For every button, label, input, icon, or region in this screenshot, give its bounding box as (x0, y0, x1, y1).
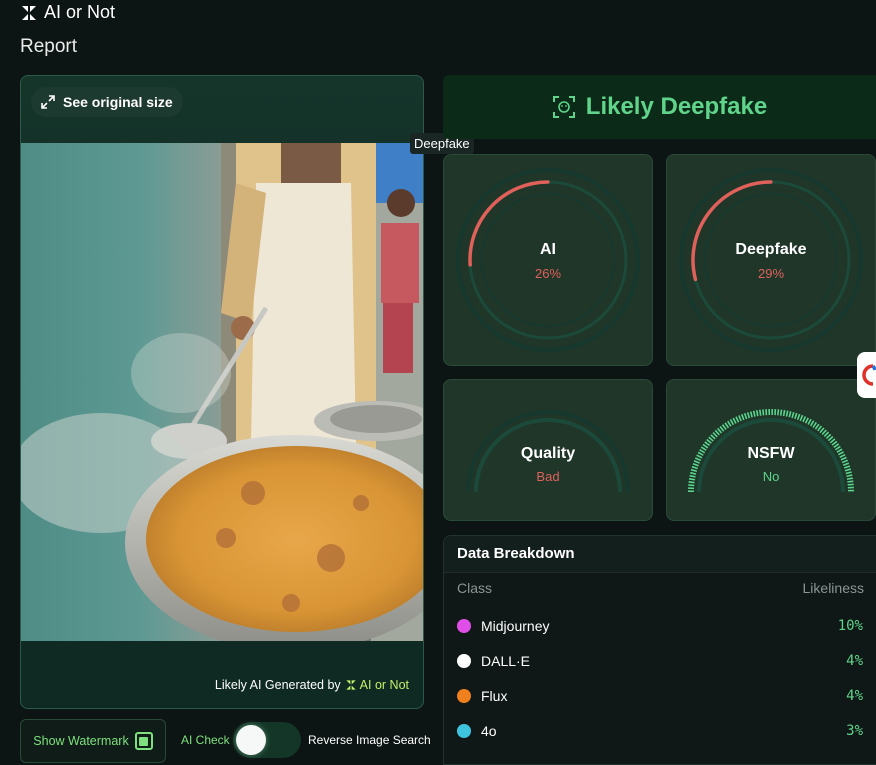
breakdown-row-4o: 4o 3% (457, 721, 863, 741)
breakdown-row-name: DALL·E (481, 653, 531, 669)
gauge-track-inner (704, 193, 838, 327)
see-original-size-button[interactable]: See original size (31, 87, 183, 117)
gauge-track-inner (481, 193, 615, 327)
gauge-track-outer (456, 168, 640, 352)
ai-check-toggle[interactable] (233, 722, 301, 758)
reverse-image-search-label[interactable]: Reverse Image Search (308, 733, 431, 747)
gauge-track-outer (679, 168, 863, 352)
app-logo[interactable]: AI or Not (20, 2, 115, 23)
ai-gauge-label: AI (540, 241, 556, 258)
show-watermark-button[interactable]: Show Watermark (20, 719, 166, 763)
quality-gauge-value: Bad (536, 469, 560, 484)
watermark-checkbox[interactable] (134, 732, 153, 750)
class-column-header: Class (457, 580, 493, 596)
likeliness-column-header: Likeliness (802, 580, 864, 596)
4o-color-dot (457, 724, 471, 738)
quality-gauge-card: Quality Bad (443, 379, 653, 521)
dalle-color-dot (457, 654, 471, 668)
side-widget-tab[interactable] (857, 352, 876, 398)
breakdown-row-name: 4o (481, 723, 497, 739)
expand-icon (41, 95, 55, 109)
data-breakdown-title: Data Breakdown (457, 545, 575, 562)
data-breakdown-header: Data Breakdown (444, 536, 876, 573)
nsfw-gauge-card: NSFW No (666, 379, 876, 521)
breakdown-row-name: Flux (481, 688, 508, 704)
breakdown-row-value: 3% (846, 723, 863, 739)
breakdown-row-value: 4% (846, 688, 863, 704)
nsfw-gauge-value: No (762, 469, 780, 484)
verdict-banner: Likely Deepfake (443, 75, 876, 139)
nsfw-gauge-label: NSFW (747, 445, 795, 462)
data-breakdown-panel: Data Breakdown Class Likeliness Midjourn… (443, 535, 876, 765)
watermark-prefix: Likely AI Generated by (214, 678, 341, 692)
watermark-brand: AI or Not (345, 678, 409, 692)
ai-watermark: Likely AI Generated by AI or Not (215, 678, 409, 692)
show-watermark-label: Show Watermark (33, 734, 129, 748)
app-name: AI or Not (44, 2, 116, 22)
deepfake-gauge-card: Deepfake 29% (666, 154, 876, 366)
ai-check-label: AI Check (181, 733, 230, 747)
image-panel: See original size Likely AI Generated by… (20, 75, 424, 709)
ai-gauge-card: AI 26% (443, 154, 653, 366)
midjourney-color-dot (457, 619, 471, 633)
breakdown-row-dalle: DALL·E 4% (457, 651, 863, 671)
refresh-icon (862, 364, 876, 386)
ai-gauge-value: 26% (534, 266, 562, 281)
breakdown-row-flux: Flux 4% (457, 686, 863, 706)
ai-or-not-logo-icon (346, 680, 356, 690)
toggle-knob (236, 725, 266, 755)
deepfake-gauge (679, 168, 863, 352)
analyzed-image (21, 143, 423, 641)
flux-color-dot (457, 689, 471, 703)
page-title: Report (20, 36, 78, 57)
breakdown-row-name: Midjourney (481, 618, 550, 634)
ai-or-not-logo-icon (22, 5, 36, 20)
ai-gauge (456, 168, 640, 352)
verdict-label: Likely Deepfake (585, 93, 768, 120)
deepfake-gauge-value: 29% (757, 266, 785, 281)
breakdown-row-midjourney: Midjourney 10% (457, 616, 863, 636)
watermark-brand-text: AI or Not (359, 678, 409, 692)
quality-gauge-label: Quality (520, 445, 576, 462)
deepfake-gauge-label: Deepfake (735, 241, 807, 258)
see-original-label: See original size (63, 94, 173, 110)
breakdown-row-value: 10% (837, 618, 863, 634)
breakdown-row-value: 4% (846, 653, 863, 669)
face-scan-icon (552, 96, 575, 118)
